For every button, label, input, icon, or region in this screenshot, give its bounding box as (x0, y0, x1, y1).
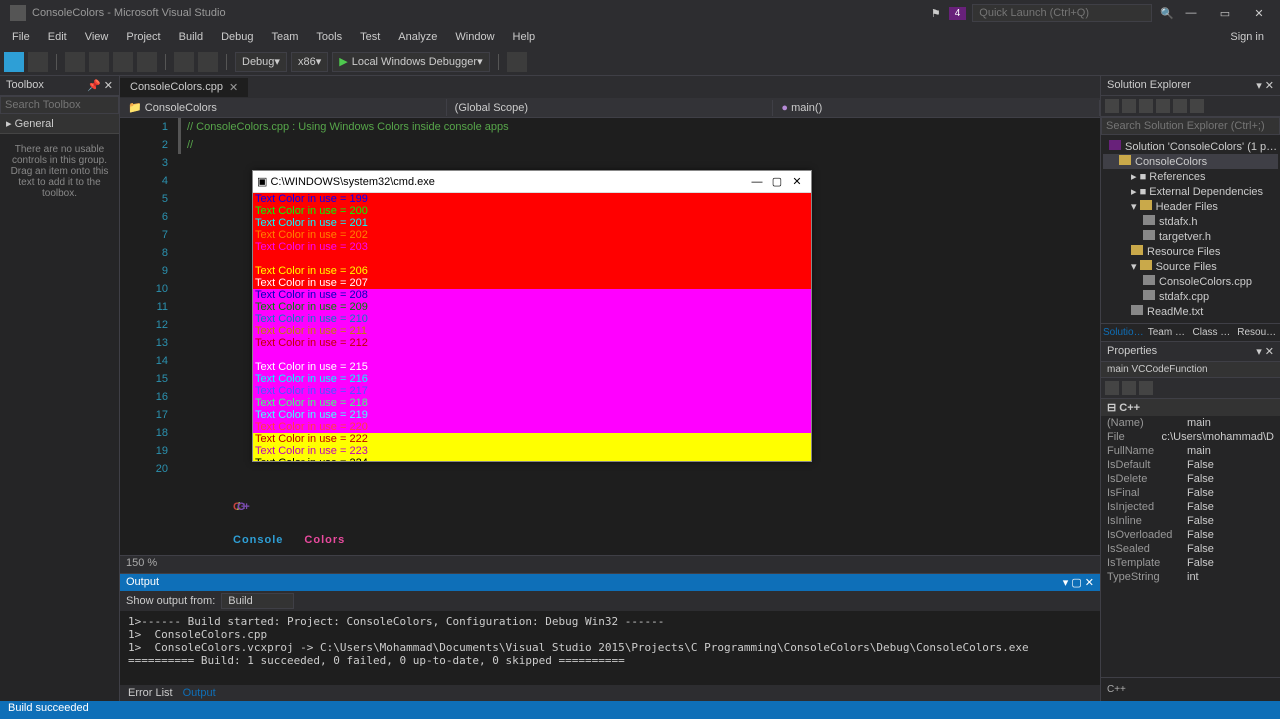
toolbox-panel: Toolbox 📌 ✕ ▸ General There are no usable… (0, 76, 120, 701)
vs-logo-icon (10, 5, 26, 21)
props-footer: C++ (1101, 677, 1280, 701)
se-title: Solution Explorer (1107, 79, 1191, 92)
se-tool-icon[interactable] (1173, 99, 1187, 113)
zoom-level[interactable]: 150 % (120, 555, 1100, 573)
props-az-icon[interactable] (1122, 381, 1136, 395)
maximize-button[interactable]: ▭ (1208, 2, 1242, 24)
menu-bar: File Edit View Project Build Debug Team … (0, 26, 1280, 48)
toolbox-general[interactable]: ▸ General (0, 114, 119, 134)
editor-tabs: ConsoleColors.cpp✕ (120, 76, 1100, 98)
redo-icon[interactable] (198, 52, 218, 72)
tab-error-list[interactable]: Error List (128, 687, 173, 699)
menu-window[interactable]: Window (447, 29, 502, 45)
title-bar: ConsoleColors - Microsoft Visual Studio … (0, 0, 1280, 26)
nav-fwd-icon[interactable] (28, 52, 48, 72)
se-tool-icon[interactable] (1190, 99, 1204, 113)
props-object[interactable]: main VCCodeFunction (1101, 362, 1280, 378)
search-icon[interactable]: 🔍 (1160, 7, 1174, 20)
flag-icon[interactable]: ⚑ (931, 7, 941, 20)
undo-icon[interactable] (174, 52, 194, 72)
output-chevron-icon[interactable]: ▾ ▢ ✕ (1063, 576, 1094, 589)
props-title: Properties (1107, 345, 1157, 358)
se-search[interactable] (1101, 117, 1280, 135)
status-bar: Build succeeded (0, 701, 1280, 719)
se-tool-icon[interactable] (1105, 99, 1119, 113)
solution-explorer: Solution Explorer ▾ ✕ Solution 'ConsoleCo… (1101, 76, 1280, 323)
menu-team[interactable]: Team (264, 29, 307, 45)
minimize-button[interactable]: ― (1174, 2, 1208, 24)
se-tool-icon[interactable] (1139, 99, 1153, 113)
start-debug-button[interactable]: ▶Local Windows Debugger ▾ (332, 52, 489, 72)
se-tool-icon[interactable] (1156, 99, 1170, 113)
cmd-min-button[interactable]: ― (747, 173, 767, 191)
notification-badge[interactable]: 4 (949, 7, 967, 20)
props-grid[interactable]: ⊟ C++(Name)mainFilec:\Users\mohammad\DFu… (1101, 399, 1280, 677)
crumb-scope[interactable]: (Global Scope) (447, 100, 774, 116)
sign-in-link[interactable]: Sign in (1222, 29, 1272, 45)
solution-tree[interactable]: Solution 'ConsoleColors' (1 project) Con… (1101, 135, 1280, 323)
config-select[interactable]: Debug ▾ (235, 52, 287, 72)
toolbox-search[interactable] (0, 96, 119, 114)
open-icon[interactable] (89, 52, 109, 72)
props-prop-icon[interactable] (1139, 381, 1153, 395)
output-body[interactable]: 1>------ Build started: Project: Console… (120, 611, 1100, 685)
menu-file[interactable]: File (4, 29, 38, 45)
window-title: ConsoleColors - Microsoft Visual Studio (32, 7, 226, 19)
platform-select[interactable]: x86 ▾ (291, 52, 328, 72)
output-title: Output (126, 576, 159, 589)
menu-edit[interactable]: Edit (40, 29, 75, 45)
toolbox-title: Toolbox (6, 79, 44, 92)
toolbox-empty-msg: There are no usable controls in this gro… (0, 134, 119, 209)
nav-back-icon[interactable] (4, 52, 24, 72)
close-button[interactable]: ✕ (1242, 2, 1276, 24)
output-show-from-label: Show output from: (126, 595, 215, 607)
cmd-window: ▣ C:\WINDOWS\system32\cmd.exe ― ▢ ✕ Text… (252, 170, 812, 462)
save-icon[interactable] (113, 52, 133, 72)
cmd-body: Text Color in use = 199Text Color in use… (253, 193, 811, 461)
se-close-icon[interactable]: ▾ ✕ (1256, 79, 1274, 92)
pin-icon[interactable]: 📌 ✕ (87, 79, 113, 92)
tool-icon[interactable] (507, 52, 527, 72)
output-panel: Output ▾ ▢ ✕ Show output from: Build 1>--… (120, 573, 1100, 701)
menu-test[interactable]: Test (352, 29, 388, 45)
props-cat-icon[interactable] (1105, 381, 1119, 395)
crumb-function[interactable]: ● main() (773, 100, 1100, 116)
menu-project[interactable]: Project (118, 29, 168, 45)
menu-view[interactable]: View (77, 29, 117, 45)
menu-debug[interactable]: Debug (213, 29, 261, 45)
props-close-icon[interactable]: ▾ ✕ (1256, 345, 1274, 358)
crumb-project[interactable]: 📁 ConsoleColors (120, 99, 447, 116)
properties-panel: Properties ▾ ✕ main VCCodeFunction ⊟ C++(… (1101, 341, 1280, 701)
cmd-title: C:\WINDOWS\system32\cmd.exe (270, 173, 434, 191)
cmd-max-button[interactable]: ▢ (767, 173, 787, 191)
menu-build[interactable]: Build (171, 29, 211, 45)
se-tool-icon[interactable] (1122, 99, 1136, 113)
menu-help[interactable]: Help (505, 29, 544, 45)
output-source-select[interactable]: Build (221, 593, 293, 609)
quick-launch[interactable] (972, 4, 1152, 22)
cmd-close-button[interactable]: ✕ (787, 173, 807, 191)
menu-analyze[interactable]: Analyze (390, 29, 445, 45)
menu-tools[interactable]: Tools (308, 29, 350, 45)
overlay-logos: C/C++ Console Colors (233, 464, 345, 549)
toolbar: Debug ▾ x86 ▾ ▶Local Windows Debugger ▾ (0, 48, 1280, 76)
code-editor[interactable]: 1234567891011121314151617181920 // Conso… (120, 118, 1100, 555)
close-tab-icon[interactable]: ✕ (229, 81, 238, 94)
new-icon[interactable] (65, 52, 85, 72)
nav-bar: 📁 ConsoleColors (Global Scope) ● main() (120, 98, 1100, 118)
line-gutter: 1234567891011121314151617181920 (120, 118, 178, 555)
save-all-icon[interactable] (137, 52, 157, 72)
cmd-icon: ▣ (257, 173, 267, 191)
tab-output[interactable]: Output (183, 687, 216, 699)
tab-consolecolors[interactable]: ConsoleColors.cpp✕ (120, 78, 248, 97)
right-tabs[interactable]: Solution... Team Ex... Class View Resour… (1101, 323, 1280, 341)
